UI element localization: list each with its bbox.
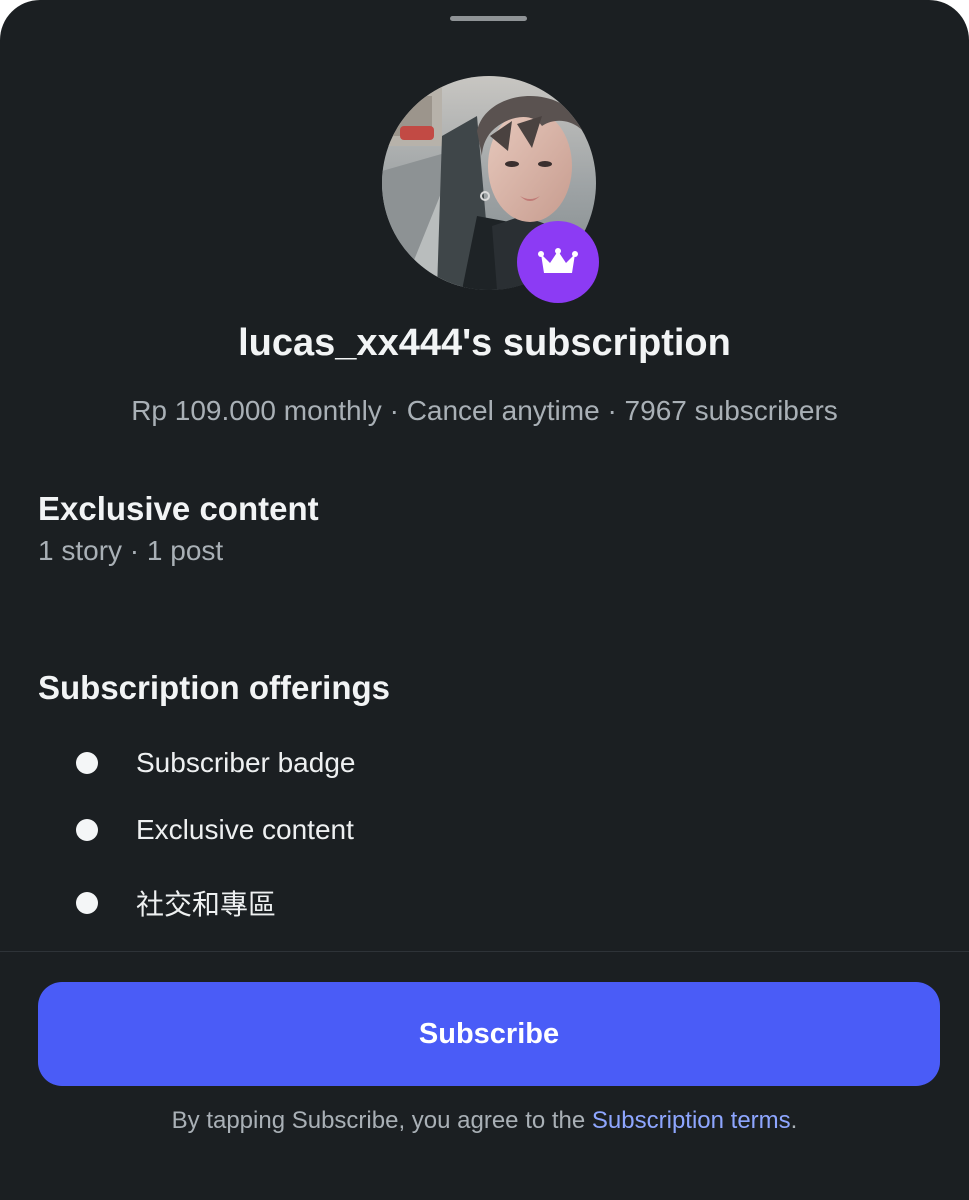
subscription-sheet: lucas_xx444's subscription Rp 109.000 mo… xyxy=(0,0,969,1200)
offering-label: Subscriber badge xyxy=(136,747,356,778)
terms-prefix: By tapping Subscribe, you agree to the xyxy=(171,1107,592,1134)
exclusive-content-heading: Exclusive content xyxy=(38,490,319,527)
drag-handle[interactable] xyxy=(450,16,527,21)
bullet-icon xyxy=(76,752,98,774)
offering-item: 社交和專區 xyxy=(76,883,276,923)
creator-avatar-group xyxy=(382,76,599,303)
terms-suffix: . xyxy=(790,1107,798,1134)
footer-divider xyxy=(0,951,969,952)
subscription-offerings-heading: Subscription offerings xyxy=(38,669,391,706)
bullet-icon xyxy=(76,892,98,914)
subscription-meta: Rp 109.000 monthly · Cancel anytime · 79… xyxy=(131,395,838,426)
bullet-icon xyxy=(76,819,98,841)
crown-icon xyxy=(538,248,578,273)
subscriber-crown-badge xyxy=(517,221,599,303)
offering-item: Subscriber badge xyxy=(76,743,355,783)
exclusive-content-summary: 1 story · 1 post xyxy=(38,535,224,566)
terms-notice: By tapping Subscribe, you agree to the S… xyxy=(0,1107,969,1135)
offering-item: Exclusive content xyxy=(76,810,354,850)
offering-label: Exclusive content xyxy=(136,814,354,845)
offering-label: 社交和專區 xyxy=(136,889,277,920)
subscription-terms-link[interactable]: Subscription terms xyxy=(592,1107,791,1134)
subscribe-button[interactable]: Subscribe xyxy=(38,982,940,1086)
subscription-title: lucas_xx444's subscription xyxy=(238,322,731,364)
